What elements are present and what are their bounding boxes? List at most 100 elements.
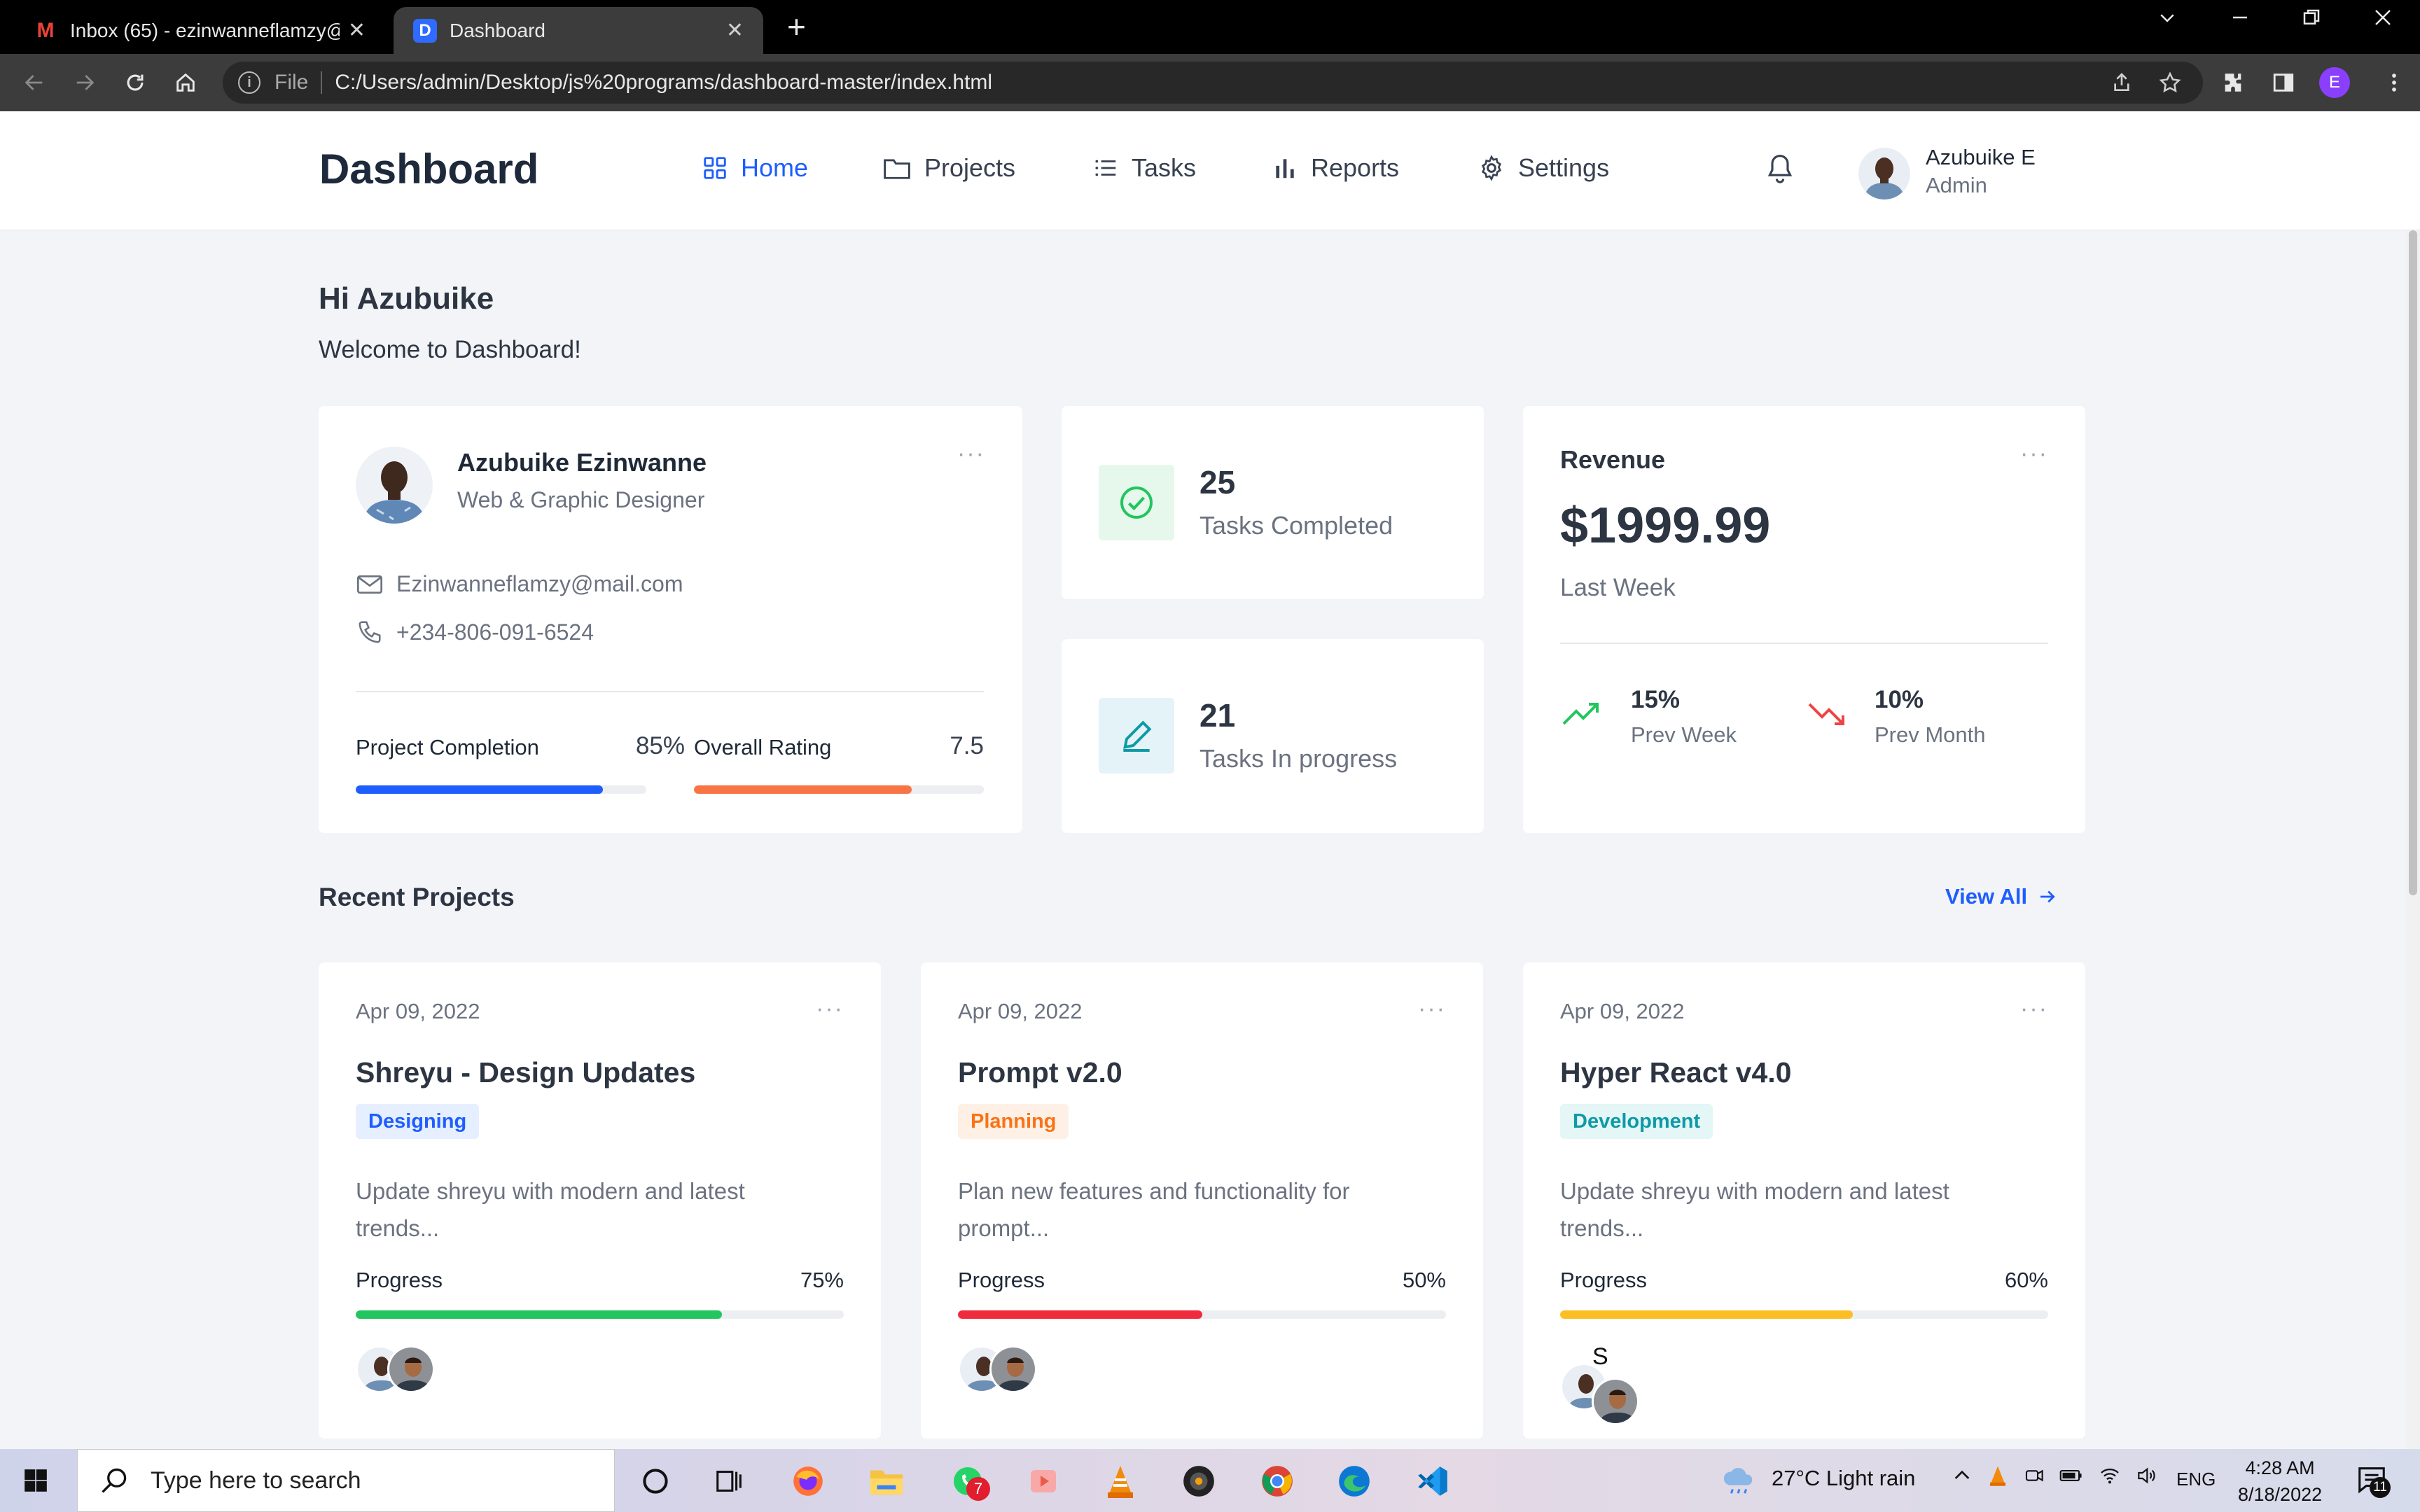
music-app-icon[interactable] xyxy=(1179,1462,1218,1501)
whatsapp-icon[interactable]: 7 xyxy=(948,1462,990,1501)
header-user-name[interactable]: Azubuike E xyxy=(1926,145,2036,170)
progress-bar xyxy=(356,1310,844,1319)
revenue-amount: $1999.99 xyxy=(1560,498,1771,554)
profile-name: Azubuike Ezinwanne xyxy=(457,448,707,477)
tab-search-chevron-icon[interactable] xyxy=(2157,7,2178,34)
nav-home-label: Home xyxy=(741,153,809,182)
tab-dashboard[interactable]: D Dashboard ✕ xyxy=(394,7,763,54)
search-placeholder: Type here to search xyxy=(151,1466,361,1494)
close-window-button[interactable] xyxy=(2372,7,2393,34)
firefox-icon[interactable] xyxy=(788,1462,828,1501)
overall-rating-bar xyxy=(694,785,984,794)
progress-fill xyxy=(356,1310,722,1319)
more-menu-icon[interactable] xyxy=(2377,65,2412,100)
share-icon[interactable] xyxy=(2110,71,2133,99)
close-icon[interactable]: ✕ xyxy=(348,18,366,43)
new-tab-button[interactable]: + xyxy=(787,10,806,43)
tasks-in-progress-label: Tasks In progress xyxy=(1199,744,1398,773)
volume-icon[interactable] xyxy=(2134,1464,2158,1492)
minimize-button[interactable] xyxy=(2230,7,2251,34)
reload-button[interactable] xyxy=(118,65,153,100)
brand-logo[interactable]: Dashboard xyxy=(319,145,538,193)
vscode-icon[interactable] xyxy=(1413,1462,1452,1501)
address-scheme: File xyxy=(274,71,309,94)
prev-week-label: Prev Week xyxy=(1631,722,1737,747)
revenue-title: Revenue xyxy=(1560,445,1666,474)
pencil-icon xyxy=(1099,698,1174,774)
vlc-tray-icon[interactable] xyxy=(1987,1464,2008,1492)
windows-start-icon[interactable] xyxy=(22,1467,49,1497)
project-card[interactable]: Apr 09, 2022 ··· Prompt v2.0 Planning Pl… xyxy=(921,962,1483,1438)
nav-reports[interactable]: Reports xyxy=(1272,153,1399,183)
weather-text[interactable]: 27°C Light rain xyxy=(1772,1466,1915,1491)
notification-center-icon[interactable]: 11 xyxy=(2356,1463,2391,1501)
scrollbar-thumb[interactable] xyxy=(2409,230,2417,895)
cortana-icon[interactable] xyxy=(636,1462,675,1501)
back-button[interactable] xyxy=(17,65,52,100)
wifi-icon[interactable] xyxy=(2098,1464,2122,1492)
recent-projects-title: Recent Projects xyxy=(319,883,515,911)
project-date: Apr 09, 2022 xyxy=(958,999,1083,1023)
battery-icon[interactable] xyxy=(2059,1464,2084,1492)
forward-button[interactable] xyxy=(67,65,102,100)
task-view-icon[interactable] xyxy=(710,1462,749,1501)
more-options-icon[interactable]: ··· xyxy=(957,442,985,465)
tasks-in-progress-card: 21 Tasks In progress xyxy=(1062,639,1484,833)
close-icon[interactable]: ✕ xyxy=(726,18,744,43)
prev-month-percent: 10% xyxy=(1875,686,1924,713)
more-options-icon[interactable]: ··· xyxy=(2020,997,2048,1021)
revenue-period: Last Week xyxy=(1560,574,1676,601)
project-name[interactable]: Prompt v2.0 xyxy=(958,1056,1122,1089)
greeting-subtitle: Welcome to Dashboard! xyxy=(319,336,581,363)
meet-now-icon[interactable] xyxy=(2024,1464,2046,1492)
nav-projects[interactable]: Projects xyxy=(882,153,1015,183)
tab-gmail[interactable]: M Inbox (65) - ezinwanneflamzy@g ✕ xyxy=(14,7,385,54)
bell-icon[interactable] xyxy=(1765,152,1795,189)
project-card[interactable]: Apr 09, 2022 ··· Hyper React v4.0 Develo… xyxy=(1523,962,2085,1438)
view-all-link[interactable]: View All xyxy=(1945,884,2058,909)
taskbar-search-input[interactable]: Type here to search xyxy=(77,1449,615,1512)
nav-home[interactable]: Home xyxy=(702,153,808,183)
language-indicator[interactable]: ENG xyxy=(2176,1469,2216,1490)
profile-title: Web & Graphic Designer xyxy=(457,487,705,512)
file-explorer-icon[interactable] xyxy=(867,1462,906,1501)
media-player-icon[interactable] xyxy=(1024,1462,1063,1501)
project-name[interactable]: Shreyu - Design Updates xyxy=(356,1056,695,1089)
extensions-icon[interactable] xyxy=(2216,65,2251,100)
chrome-icon[interactable] xyxy=(1258,1462,1297,1501)
home-button[interactable] xyxy=(168,65,203,100)
bookmark-star-icon[interactable] xyxy=(2158,71,2182,100)
chevron-up-icon[interactable] xyxy=(1951,1464,1973,1492)
more-options-icon[interactable]: ··· xyxy=(2020,442,2048,465)
progress-label: Progress xyxy=(356,1268,443,1292)
vlc-icon[interactable] xyxy=(1101,1462,1140,1501)
more-options-icon[interactable]: ··· xyxy=(816,997,844,1021)
nav-tasks[interactable]: Tasks xyxy=(1092,153,1196,183)
address-bar[interactable]: i File C:/Users/admin/Desktop/js%20progr… xyxy=(223,62,2203,104)
nav-settings[interactable]: Settings xyxy=(1477,153,1609,183)
page-scrollbar[interactable] xyxy=(2406,230,2420,1449)
divider xyxy=(1560,643,2048,644)
project-tag: Development xyxy=(1560,1104,1713,1139)
avatar[interactable] xyxy=(1592,1378,1639,1425)
progress-fill xyxy=(1560,1310,1854,1319)
profile-avatar[interactable]: E xyxy=(2319,67,2350,98)
weather-rain-icon[interactable] xyxy=(1720,1462,1759,1501)
nav-settings-label: Settings xyxy=(1518,153,1610,182)
project-name[interactable]: Hyper React v4.0 xyxy=(1560,1056,1791,1089)
more-options-icon[interactable]: ··· xyxy=(1418,997,1446,1021)
avatar[interactable] xyxy=(387,1345,435,1393)
profile-phone[interactable]: +234-806-091-6524 xyxy=(396,620,594,645)
side-panel-icon[interactable] xyxy=(2266,65,2301,100)
info-icon[interactable]: i xyxy=(238,71,260,94)
user-avatar[interactable] xyxy=(1858,148,1910,200)
address-text[interactable]: C:/Users/admin/Desktop/js%20programs/das… xyxy=(335,71,992,94)
avatar[interactable] xyxy=(989,1345,1037,1393)
system-clock[interactable]: 4:28 AM 8/18/2022 xyxy=(2238,1455,2322,1508)
list-icon xyxy=(1095,160,1116,176)
progress-value: 75% xyxy=(800,1268,844,1292)
project-card[interactable]: Apr 09, 2022 ··· Shreyu - Design Updates… xyxy=(319,962,881,1438)
edge-icon[interactable] xyxy=(1335,1462,1374,1501)
profile-email[interactable]: Ezinwanneflamzy@mail.com xyxy=(396,571,683,597)
restore-button[interactable] xyxy=(2301,7,2322,34)
